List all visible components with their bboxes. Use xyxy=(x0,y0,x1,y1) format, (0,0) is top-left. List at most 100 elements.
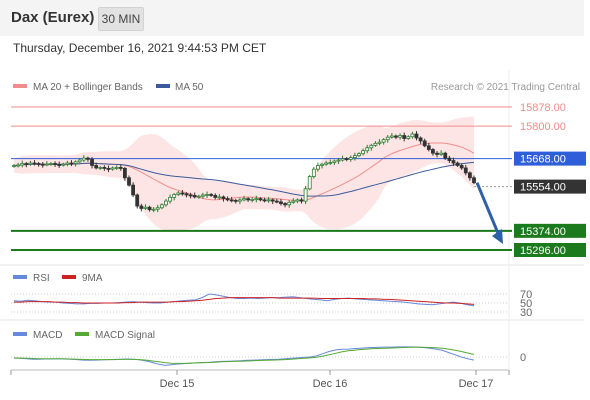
level-label: 15554.00 xyxy=(520,182,566,194)
candle-body xyxy=(373,142,378,146)
rsi-level-label: 30 xyxy=(520,307,532,319)
candle-body xyxy=(24,163,29,165)
candle-body xyxy=(332,160,337,163)
candle-body xyxy=(410,133,415,138)
candle-body xyxy=(459,165,464,169)
candle-body xyxy=(81,157,86,161)
candle-body xyxy=(201,194,205,197)
candle-body xyxy=(209,194,214,196)
candle-body xyxy=(279,201,283,204)
candle-body xyxy=(237,199,242,202)
candle-body xyxy=(69,162,74,165)
candle-body xyxy=(151,208,156,211)
candle-body xyxy=(472,177,476,184)
candle-body xyxy=(36,163,41,165)
candle-body xyxy=(258,198,263,201)
candle-body xyxy=(439,152,444,155)
level-label: 15668.00 xyxy=(520,154,566,166)
candle-body xyxy=(463,167,468,174)
ma20-legend-label: MA 20 + Bollinger Bands xyxy=(33,82,143,93)
candle-body xyxy=(348,157,353,160)
candle-body xyxy=(274,200,279,203)
rsi-ma-legend-label: 9MA xyxy=(82,273,103,284)
candle-body xyxy=(164,200,168,206)
level-label: 15296.00 xyxy=(520,245,566,257)
candle-body xyxy=(229,199,234,202)
candle-body xyxy=(77,159,82,163)
candle-body xyxy=(320,163,324,166)
candle-body xyxy=(344,158,349,160)
candle-body xyxy=(49,163,53,165)
candle-body xyxy=(246,198,251,201)
candle-body xyxy=(188,194,193,197)
candle-body xyxy=(295,199,300,202)
price-chart[interactable]: MA 20 + Bollinger Bands MA 50 Research © 2… xyxy=(0,0,590,400)
candle-body xyxy=(398,135,402,138)
macd-line xyxy=(13,346,475,366)
candle-body xyxy=(340,158,345,161)
macd-signal-legend-label: MACD Signal xyxy=(95,330,155,341)
candle-body xyxy=(221,196,226,200)
candle-body xyxy=(168,197,172,202)
candle-body xyxy=(365,147,370,152)
candle-body xyxy=(110,167,115,170)
candle-body xyxy=(184,193,189,196)
candle-body xyxy=(159,204,164,209)
candle-body xyxy=(435,152,439,155)
x-axis-label: Dec 17 xyxy=(459,378,494,390)
candle-body xyxy=(242,198,246,201)
candle-body xyxy=(447,157,452,161)
level-label: 15878.00 xyxy=(520,102,566,114)
candle-body xyxy=(225,198,230,201)
candle-body xyxy=(467,172,472,179)
candle-body xyxy=(28,162,33,165)
candle-body xyxy=(98,167,103,169)
candle-body xyxy=(20,163,25,166)
candle-body xyxy=(40,163,45,166)
candle-body xyxy=(90,158,94,166)
candle-body xyxy=(352,155,357,159)
candle-body xyxy=(102,167,107,169)
candle-body xyxy=(44,163,49,166)
candle-body xyxy=(357,153,361,157)
candle-body xyxy=(233,199,238,202)
candle-body xyxy=(262,199,267,202)
candle-body xyxy=(254,198,259,201)
forecast-arrow-shaft xyxy=(475,182,502,239)
candle-body xyxy=(336,159,341,162)
candle-body xyxy=(422,140,427,147)
candle-body xyxy=(155,207,160,210)
candle-body xyxy=(172,194,177,198)
candle-body xyxy=(328,162,333,164)
candle-body xyxy=(381,139,386,143)
candle-body xyxy=(431,149,435,154)
candle-body xyxy=(139,205,144,209)
candle-body xyxy=(57,164,62,166)
candle-body xyxy=(451,160,456,164)
level-label: 15374.00 xyxy=(520,226,566,238)
candle-body xyxy=(361,150,366,155)
candle-body xyxy=(270,199,275,202)
candle-body xyxy=(385,136,390,141)
candle-body xyxy=(127,177,131,186)
candle-body xyxy=(307,176,312,190)
candle-body xyxy=(131,184,136,196)
candle-body xyxy=(192,195,197,198)
candle-body xyxy=(213,195,218,198)
candle-body xyxy=(53,163,57,165)
candle-body xyxy=(61,163,66,166)
candle-body xyxy=(377,141,382,144)
macd-legend-swatch xyxy=(13,332,27,336)
candle-body xyxy=(114,167,119,169)
candle-body xyxy=(106,168,111,170)
candle-body xyxy=(118,167,123,169)
x-axis-label: Dec 16 xyxy=(313,378,348,390)
rsi-ma-legend-swatch xyxy=(62,275,76,279)
candle-body xyxy=(316,165,320,170)
candle-body xyxy=(135,194,140,207)
ma20-legend-swatch xyxy=(13,84,27,88)
candle-body xyxy=(426,145,431,150)
candle-body xyxy=(94,165,99,169)
candle-body xyxy=(147,206,152,211)
x-axis-label: Dec 15 xyxy=(160,378,195,390)
